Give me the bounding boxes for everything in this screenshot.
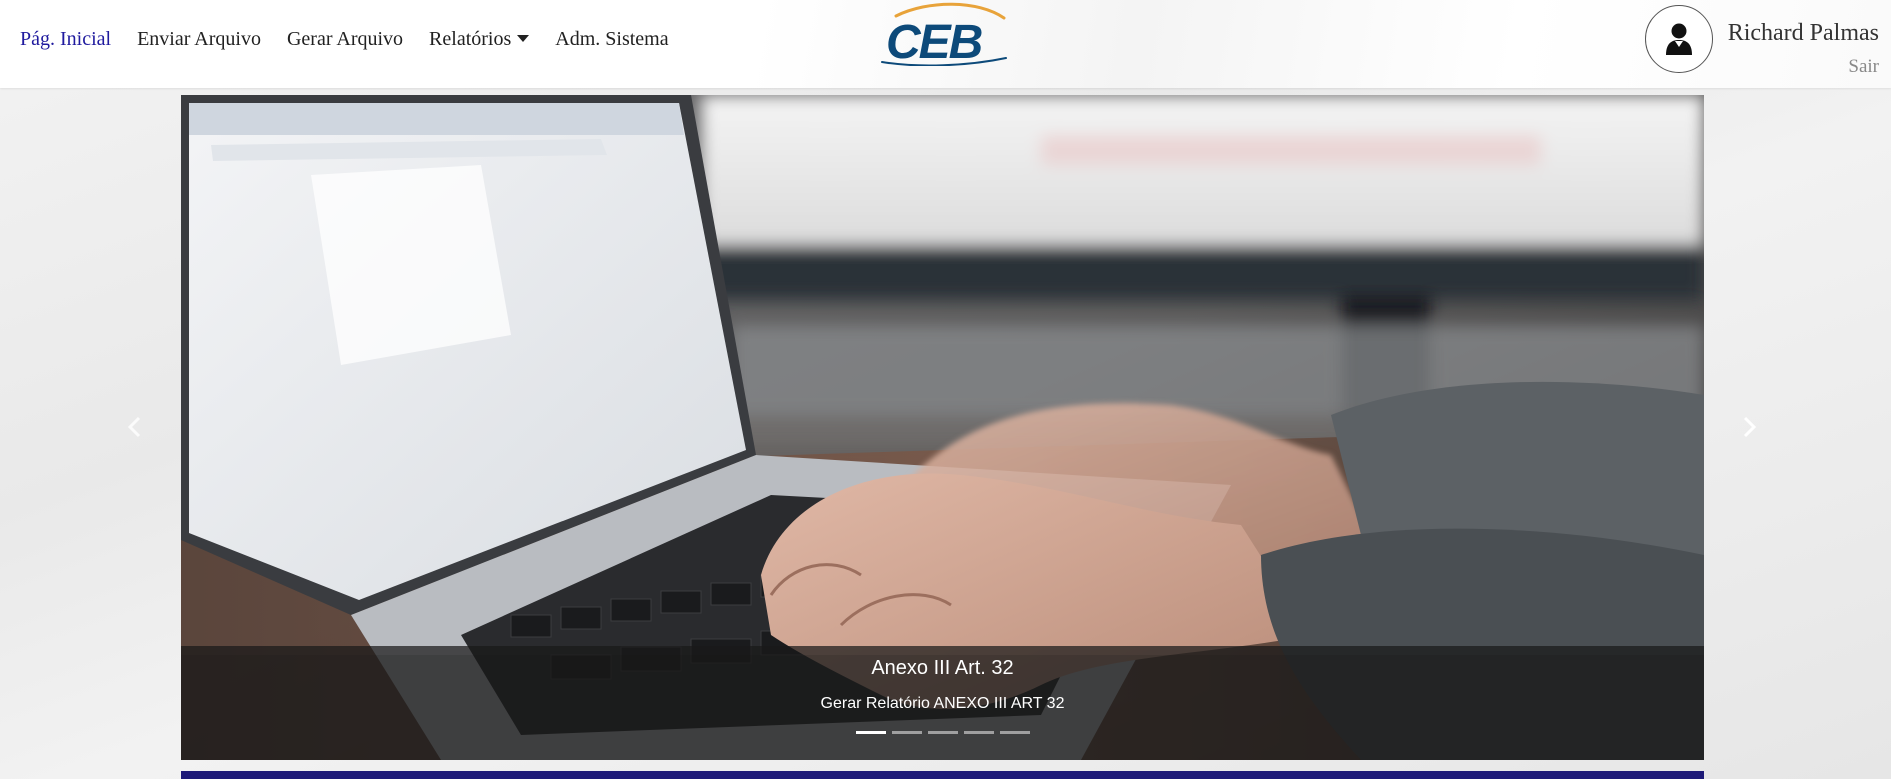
logout-link[interactable]: Sair <box>1848 56 1879 78</box>
slide-subtitle: Gerar Relatório ANEXO III ART 32 <box>820 695 1065 712</box>
nav-item-home[interactable]: Pág. Inicial <box>20 26 111 52</box>
logo-text: CEB <box>886 16 982 66</box>
user-name: Richard Palmas <box>1727 20 1879 46</box>
slide-title: Anexo III Art. 32 <box>871 657 1014 679</box>
nav-item-reports-dropdown[interactable]: Relatórios <box>429 26 530 52</box>
user-silhouette-icon <box>1666 23 1692 55</box>
nav-item-upload[interactable]: Enviar Arquivo <box>137 26 261 52</box>
carousel-indicator-3[interactable] <box>927 731 958 734</box>
content-section-top-bar <box>181 771 1704 779</box>
hero-carousel: Anexo III Art. 32 Gerar Relatório ANEXO … <box>181 95 1704 760</box>
carousel-next-button[interactable] <box>1738 412 1762 442</box>
nav-item-generate[interactable]: Gerar Arquivo <box>287 26 403 52</box>
chevron-left-icon <box>127 416 141 438</box>
carousel-indicator-1[interactable] <box>855 731 886 734</box>
carousel-indicator-5[interactable] <box>999 731 1030 734</box>
nav-item-reports-label: Relatórios <box>429 28 512 50</box>
chevron-right-icon <box>1743 416 1757 438</box>
caret-down-icon <box>517 35 530 42</box>
user-avatar[interactable] <box>1645 5 1713 73</box>
top-navbar: Pág. Inicial Enviar Arquivo Gerar Arquiv… <box>0 0 1891 88</box>
main-nav: Pág. Inicial Enviar Arquivo Gerar Arquiv… <box>20 26 695 52</box>
nav-item-admin[interactable]: Adm. Sistema <box>555 26 668 52</box>
carousel-indicator-4[interactable] <box>963 731 994 734</box>
ceb-logo[interactable]: CEB <box>878 2 1012 66</box>
carousel-indicators <box>181 731 1704 734</box>
carousel-indicator-2[interactable] <box>891 731 922 734</box>
carousel-prev-button[interactable] <box>122 412 146 442</box>
